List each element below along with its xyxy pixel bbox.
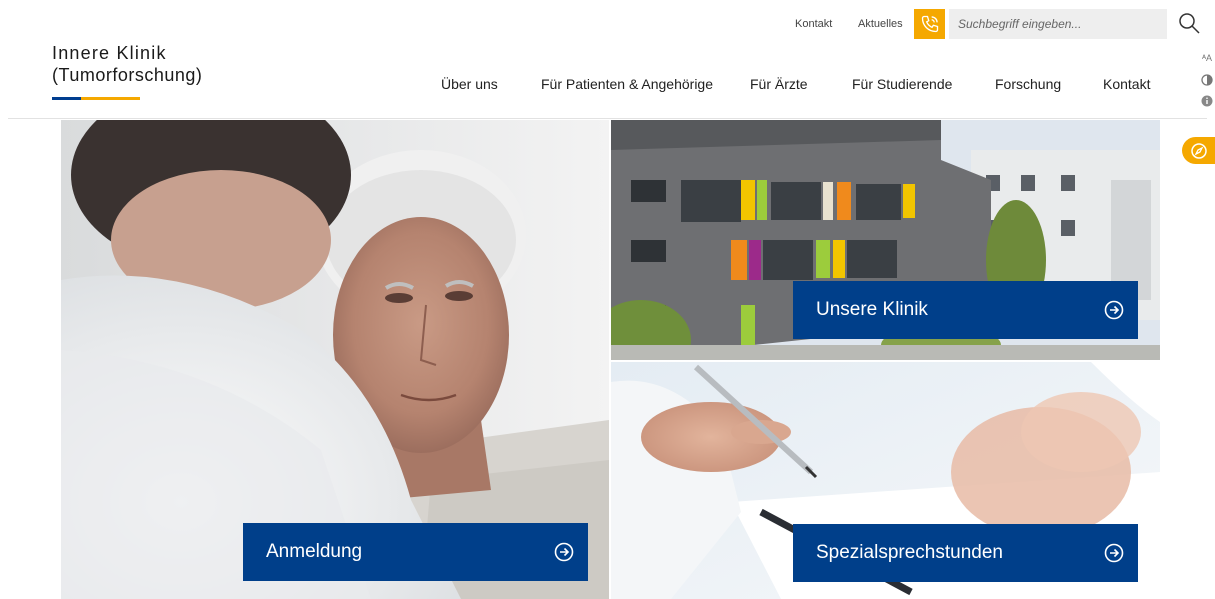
tile-spezialsprechstunden[interactable]: Spezialsprechstunden (611, 362, 1160, 599)
logo-bar-yellow (81, 97, 140, 100)
header-divider (8, 118, 1207, 119)
spezialsprechstunden-label: Spezialsprechstunden (816, 542, 1003, 563)
logo-bar-blue (52, 97, 81, 100)
font-size-icon[interactable]: ᴬA (1200, 53, 1214, 67)
nav-item-aerzte[interactable]: Für Ärzte (750, 76, 808, 92)
contrast-icon[interactable] (1200, 73, 1214, 87)
arrow-circle-right-icon (554, 542, 574, 562)
search-input[interactable] (949, 9, 1168, 39)
anmeldung-button[interactable]: Anmeldung (243, 523, 588, 581)
utility-link-aktuelles[interactable]: Aktuelles (858, 18, 903, 30)
search-icon[interactable] (1177, 11, 1201, 35)
compass-icon (1191, 142, 1207, 159)
nav-item-kontakt[interactable]: Kontakt (1103, 76, 1150, 92)
unsere-klinik-button[interactable]: Unsere Klinik (793, 281, 1138, 339)
compass-button[interactable] (1182, 137, 1215, 164)
logo-title: Innere Klinik (52, 43, 167, 63)
nav-item-forschung[interactable]: Forschung (995, 76, 1061, 92)
phone-button[interactable] (914, 9, 945, 39)
anmeldung-label: Anmeldung (266, 541, 363, 562)
phone-icon (921, 15, 938, 33)
spezialsprechstunden-button[interactable]: Spezialsprechstunden (793, 524, 1138, 582)
arrow-circle-right-icon (1104, 300, 1124, 320)
unsere-klinik-label: Unsere Klinik (816, 299, 928, 320)
tile-anmeldung[interactable]: Anmeldung (61, 120, 609, 599)
nav-item-studierende[interactable]: Für Studierende (852, 76, 952, 92)
search-box (949, 9, 1168, 39)
info-icon[interactable] (1200, 94, 1214, 108)
arrow-circle-right-icon (1104, 543, 1124, 563)
logo-subtitle: (Tumorforschung) (52, 65, 203, 85)
nav-item-patienten[interactable]: Für Patienten & Angehörige (541, 76, 713, 92)
utility-link-kontakt[interactable]: Kontakt (795, 18, 832, 30)
nav-item-ueber-uns[interactable]: Über uns (441, 76, 498, 92)
tile-unsere-klinik[interactable]: Unsere Klinik (611, 120, 1160, 360)
